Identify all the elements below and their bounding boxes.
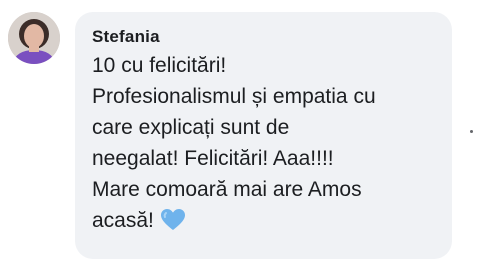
comment-line: acasă! — [92, 209, 154, 232]
more-options-icon[interactable] — [470, 130, 473, 133]
comment-line: neegalat! Felicitări! Aaa!!!! — [92, 147, 334, 170]
comment-line: 10 cu felicitări! — [92, 54, 227, 77]
comment-line: care explicați sunt de — [92, 116, 290, 139]
blue-heart-icon — [160, 208, 186, 241]
comment-line: Profesionalismul și empatia cu — [92, 85, 376, 108]
profile-photo — [8, 12, 60, 64]
comment-line: Mare comoară mai are Amos — [92, 178, 362, 201]
avatar[interactable] — [8, 12, 60, 64]
comment-bubble: Stefania 10 cu felicitări! Profesionalis… — [75, 12, 452, 259]
comment-text: 10 cu felicitări! Profesionalismul și em… — [92, 50, 438, 241]
comment-author[interactable]: Stefania — [92, 25, 438, 49]
comment-last-line: acasă! — [92, 205, 438, 241]
